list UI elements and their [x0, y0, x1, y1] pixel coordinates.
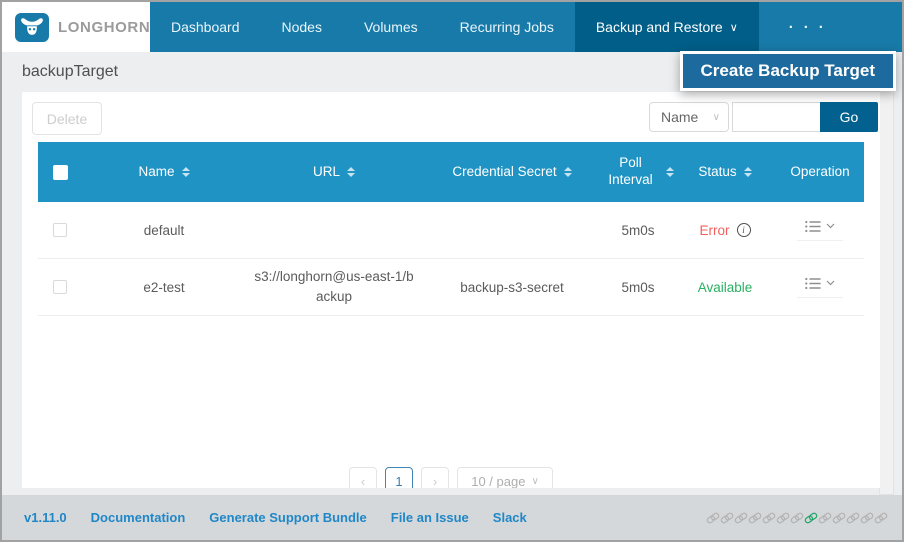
- chain-link-icon[interactable]: [776, 511, 790, 525]
- footer-link-file-an-issue[interactable]: File an Issue: [391, 510, 469, 525]
- filter-toolbar: Name ∨ Go: [649, 102, 878, 132]
- nav-item-volumes[interactable]: Volumes: [343, 2, 439, 52]
- chain-link-icon[interactable]: [762, 511, 776, 525]
- page-size-select[interactable]: 10 / page ∨: [457, 467, 553, 488]
- nav-item-dashboard[interactable]: Dashboard: [150, 2, 261, 52]
- table-row-e2-test: e2-test s3://longhorn@us-east-1/backup b…: [38, 259, 864, 316]
- nav-item-backup-and-restore[interactable]: Backup and Restore ∨: [575, 2, 759, 52]
- nav-item-label: Backup and Restore: [596, 19, 723, 35]
- column-header-status[interactable]: Status: [674, 164, 776, 181]
- brand-logo[interactable]: LONGHORN: [2, 2, 150, 52]
- nav-item-nodes[interactable]: Nodes: [261, 2, 343, 52]
- list-menu-icon: [805, 277, 821, 290]
- footer-link-documentation[interactable]: Documentation: [91, 510, 186, 525]
- chain-link-icon-active[interactable]: [804, 511, 818, 525]
- chevron-down-icon: ∨: [730, 21, 738, 34]
- table-header-row: Name URL Credential Secret Poll Interval…: [38, 142, 864, 202]
- pagination-page-1-button[interactable]: 1: [385, 467, 413, 488]
- divider: [797, 240, 843, 241]
- chevron-down-icon: ∨: [531, 476, 538, 487]
- chain-link-icon[interactable]: [832, 511, 846, 525]
- column-label: Name: [138, 164, 174, 181]
- status-text: Error: [700, 223, 730, 238]
- column-header-credential-secret[interactable]: Credential Secret: [422, 164, 602, 181]
- backup-target-card: Delete Name ∨ Go Name URL: [22, 92, 880, 488]
- delete-button[interactable]: Delete: [32, 102, 102, 135]
- column-label: URL: [313, 164, 340, 181]
- footer-link-slack[interactable]: Slack: [493, 510, 527, 525]
- table-row-default: default 5m0s Error: [38, 202, 864, 259]
- cell-status: Available: [674, 280, 776, 295]
- table-body: default 5m0s Error: [38, 202, 864, 316]
- column-header-url[interactable]: URL: [246, 164, 422, 181]
- filter-field-select[interactable]: Name ∨: [649, 102, 729, 132]
- go-button[interactable]: Go: [820, 102, 878, 132]
- select-all-checkbox[interactable]: [53, 165, 68, 180]
- vertical-scrollbar[interactable]: [879, 52, 894, 495]
- filter-field-value: Name: [661, 109, 698, 125]
- brand-name: LONGHORN: [58, 19, 150, 36]
- chain-link-icon[interactable]: [818, 511, 832, 525]
- sort-icon[interactable]: [182, 167, 190, 177]
- cell-url: s3://longhorn@us-east-1/backup: [246, 267, 422, 306]
- column-header-name[interactable]: Name: [82, 164, 246, 181]
- top-navbar: LONGHORN Dashboard Nodes Volumes Recurri…: [2, 2, 902, 52]
- chain-link-icon[interactable]: [846, 511, 860, 525]
- search-input[interactable]: [732, 102, 820, 132]
- operation-menu-button[interactable]: [797, 277, 843, 298]
- backup-target-table: Name URL Credential Secret Poll Interval…: [38, 142, 864, 316]
- chain-link-icon[interactable]: [734, 511, 748, 525]
- nav-item-recurring-jobs[interactable]: Recurring Jobs: [439, 2, 575, 52]
- pagination-prev-button[interactable]: ‹: [349, 467, 377, 488]
- row-checkbox[interactable]: [53, 280, 67, 294]
- status-text: Available: [698, 280, 753, 295]
- pagination: ‹ 1 › 10 / page ∨: [22, 467, 880, 488]
- chain-link-icon[interactable]: [748, 511, 762, 525]
- create-backup-target-menu-item[interactable]: Create Backup Target: [680, 51, 896, 91]
- chain-link-icon[interactable]: [874, 511, 888, 525]
- cell-poll-interval: 5m0s: [602, 223, 674, 238]
- bull-icon: [15, 13, 49, 42]
- column-label: Poll Interval: [602, 155, 659, 189]
- column-header-operation: Operation: [776, 164, 864, 181]
- column-label: Status: [698, 164, 736, 181]
- chevron-down-icon: [826, 223, 835, 229]
- footer-links: v1.11.0 Documentation Generate Support B…: [24, 510, 527, 525]
- column-header-poll-interval[interactable]: Poll Interval: [602, 155, 674, 189]
- sort-icon[interactable]: [666, 167, 674, 177]
- chevron-down-icon: ∨: [713, 112, 720, 123]
- list-menu-icon: [805, 220, 821, 233]
- footer: v1.11.0 Documentation Generate Support B…: [2, 495, 902, 540]
- page-title: backupTarget: [2, 52, 118, 92]
- nav-menu: Dashboard Nodes Volumes Recurring Jobs B…: [150, 2, 864, 52]
- nav-item-more[interactable]: ···: [759, 2, 864, 52]
- chain-link-icon[interactable]: [720, 511, 734, 525]
- cell-status: Error: [674, 223, 776, 238]
- chain-link-icon[interactable]: [860, 511, 874, 525]
- divider: [797, 297, 843, 298]
- footer-chain-icons: [706, 511, 888, 525]
- cell-name: default: [82, 223, 246, 238]
- operation-menu-button[interactable]: [797, 220, 843, 241]
- column-label: Operation: [790, 164, 849, 181]
- footer-link-version[interactable]: v1.11.0: [24, 510, 67, 525]
- pagination-next-button[interactable]: ›: [421, 467, 449, 488]
- row-checkbox[interactable]: [53, 223, 67, 237]
- cell-credential-secret: backup-s3-secret: [422, 280, 602, 295]
- sort-icon[interactable]: [744, 167, 752, 177]
- column-label: Credential Secret: [452, 164, 556, 181]
- sort-icon[interactable]: [347, 167, 355, 177]
- cell-poll-interval: 5m0s: [602, 280, 674, 295]
- info-icon[interactable]: [737, 223, 751, 237]
- page-size-value: 10 / page: [471, 474, 525, 489]
- cell-name: e2-test: [82, 280, 246, 295]
- chevron-down-icon: [826, 280, 835, 286]
- longhorn-app-window: LONGHORN Dashboard Nodes Volumes Recurri…: [0, 0, 904, 542]
- footer-link-generate-support-bundle[interactable]: Generate Support Bundle: [209, 510, 366, 525]
- chain-link-icon[interactable]: [790, 511, 804, 525]
- chain-link-icon[interactable]: [706, 511, 720, 525]
- sort-icon[interactable]: [564, 167, 572, 177]
